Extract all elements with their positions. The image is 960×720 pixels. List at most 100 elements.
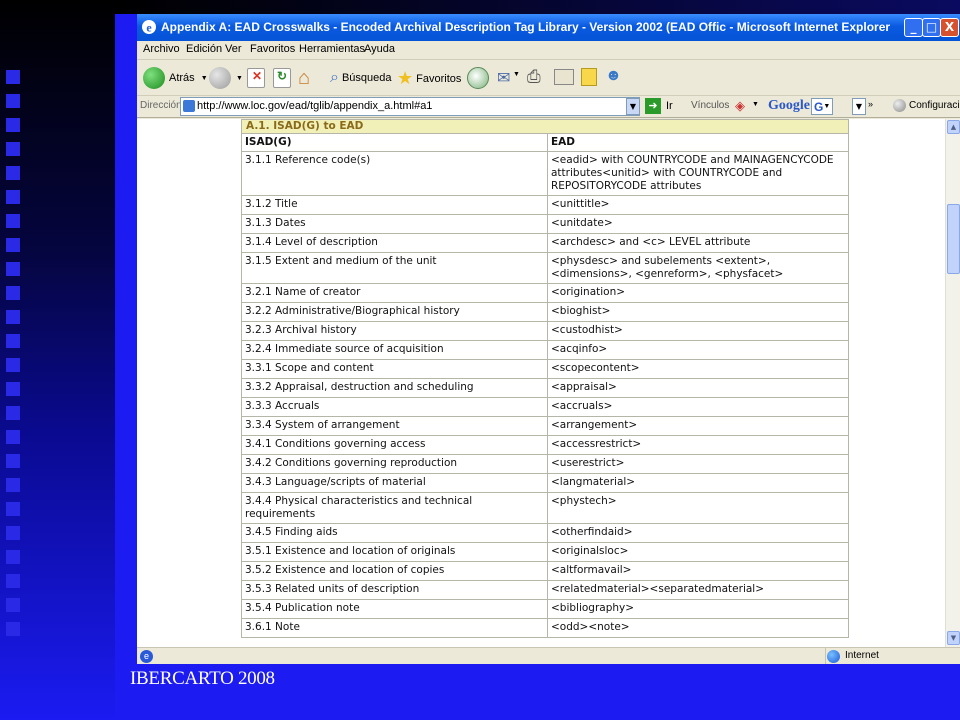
refresh-icon[interactable]: ↻	[273, 68, 291, 88]
go-arrow-icon: ➜	[645, 98, 661, 114]
address-url: http://www.loc.gov/ead/tglib/appendix_a.…	[197, 100, 433, 112]
page-content: A.1. ISAD(G) to EAD ISAD(G) EAD 3.1.1 Re…	[137, 119, 945, 647]
table-row: 3.1.5 Extent and medium of the unit <phys…	[241, 252, 849, 284]
browser-window: e Appendix A: EAD Crosswalks - Encoded A…	[137, 14, 960, 664]
isadg-cell: 3.1.4 Level of description	[241, 233, 548, 253]
google-logo: Google	[768, 98, 810, 113]
table-row: 3.1.3 Dates <unitdate>	[241, 214, 849, 234]
table-row: 3.2.4 Immediate source of acquisition <ac…	[241, 340, 849, 360]
isadg-cell: 3.2.4 Immediate source of acquisition	[241, 340, 548, 360]
window-title: Appendix A: EAD Crosswalks - Encoded Arc…	[161, 20, 891, 34]
crosswalk-table: A.1. ISAD(G) to EAD ISAD(G) EAD 3.1.1 Re…	[241, 119, 849, 638]
table-caption: A.1. ISAD(G) to EAD	[241, 119, 849, 134]
back-button[interactable]: Atrás ▼	[143, 67, 208, 89]
more-chevron-icon[interactable]: »	[868, 99, 873, 109]
isadg-cell: 3.3.3 Accruals	[241, 397, 548, 417]
table-row: 3.5.3 Related units of description <relat…	[241, 580, 849, 600]
address-dropdown-button[interactable]: ▼	[626, 98, 640, 115]
title-bar[interactable]: e Appendix A: EAD Crosswalks - Encoded A…	[137, 14, 960, 41]
google-dropdown-button[interactable]: ▼	[852, 98, 866, 115]
isadg-cell: 3.5.3 Related units of description	[241, 580, 548, 600]
ead-cell: <acqinfo>	[547, 340, 849, 360]
search-label: Búsqueda	[341, 72, 392, 84]
stop-icon[interactable]: ✕	[247, 68, 265, 88]
ead-cell: <bibliography>	[547, 599, 849, 619]
isadg-cell: 3.5.2 Existence and location of copies	[241, 561, 548, 581]
slide-footer: IBERCARTO 2008	[130, 668, 275, 689]
table-row: 3.6.1 Note <odd><note>	[241, 618, 849, 638]
table-row: 3.4.4 Physical characteristics and techn…	[241, 492, 849, 524]
table-row: 3.1.4 Level of description <archdesc> and…	[241, 233, 849, 253]
slide-background-top	[115, 0, 960, 14]
table-row: 3.5.4 Publication note <bibliography>	[241, 599, 849, 619]
menu-ver[interactable]: Ver	[225, 43, 242, 55]
home-icon[interactable]: ⌂	[298, 67, 310, 90]
scroll-up-button[interactable]: ▲	[947, 120, 960, 134]
menu-ayuda[interactable]: Ayuda	[364, 43, 395, 55]
table-row: 3.2.2 Administrative/Biographical histor…	[241, 302, 849, 322]
ead-cell: <custodhist>	[547, 321, 849, 341]
table-caption-row: A.1. ISAD(G) to EAD	[241, 119, 849, 134]
ead-cell: <bioghist>	[547, 302, 849, 322]
isadg-cell: 3.4.3 Language/scripts of material	[241, 473, 548, 493]
forward-arrow-icon	[209, 67, 231, 89]
translate-icon[interactable]: ◈	[735, 98, 745, 114]
isadg-cell: 3.3.2 Appraisal, destruction and schedul…	[241, 378, 548, 398]
messenger-icon[interactable]: ☻	[605, 67, 622, 85]
chevron-down-icon[interactable]: ▼	[513, 71, 520, 78]
isadg-cell: 3.3.4 System of arrangement	[241, 416, 548, 436]
scroll-down-button[interactable]: ▼	[947, 631, 960, 645]
ead-cell: <accruals>	[547, 397, 849, 417]
ead-cell: <accessrestrict>	[547, 435, 849, 455]
vertical-scrollbar[interactable]: ▲ ▼	[945, 119, 960, 647]
table-row: 3.4.3 Language/scripts of material <langm…	[241, 473, 849, 493]
minimize-button[interactable]: _	[904, 18, 923, 37]
isadg-cell: 3.5.1 Existence and location of original…	[241, 542, 548, 562]
isadg-cell: 3.4.4 Physical characteristics and techn…	[241, 492, 548, 524]
links-label[interactable]: Vínculos	[691, 100, 729, 111]
favorites-label: Favoritos	[416, 72, 462, 85]
chevron-down-icon: ▼	[200, 74, 208, 82]
menu-edicion[interactable]: Edición	[186, 43, 222, 55]
ead-cell: <originalsloc>	[547, 542, 849, 562]
messenger-note-icon[interactable]	[581, 68, 597, 86]
forward-button[interactable]: ▼	[209, 67, 243, 89]
chevron-down-icon[interactable]: ▼	[752, 101, 759, 108]
mail-icon[interactable]: ✉	[497, 68, 510, 88]
address-label: Dirección	[140, 100, 182, 111]
menu-favoritos[interactable]: Favoritos	[250, 43, 295, 55]
ead-cell: <appraisal>	[547, 378, 849, 398]
table-row: 3.1.1 Reference code(s) <eadid> with COUN…	[241, 151, 849, 196]
address-input[interactable]: http://www.loc.gov/ead/tglib/appendix_a.…	[180, 97, 640, 116]
config-label: Configuració	[909, 100, 960, 111]
scroll-thumb[interactable]	[947, 204, 960, 274]
menu-herramientas[interactable]: Herramientas	[299, 43, 365, 55]
ead-cell: <unittitle>	[547, 195, 849, 215]
ead-cell: <arrangement>	[547, 416, 849, 436]
svg-text:e: e	[146, 21, 152, 35]
menu-archivo[interactable]: Archivo	[143, 43, 180, 55]
ead-cell: <physdesc> and subelements <extent>, <di…	[547, 252, 849, 284]
ead-cell: <eadid> with COUNTRYCODE and MAINAGENCYC…	[547, 151, 849, 196]
close-button[interactable]: X	[940, 18, 959, 37]
table-row: 3.5.1 Existence and location of original…	[241, 542, 849, 562]
isadg-cell: 3.1.2 Title	[241, 195, 548, 215]
address-bar: Dirección http://www.loc.gov/ead/tglib/a…	[137, 96, 960, 118]
header-isadg: ISAD(G)	[241, 133, 548, 152]
config-button[interactable]: Configuració	[893, 99, 960, 112]
maximize-button[interactable]: □	[922, 18, 941, 37]
print-icon[interactable]: ⎙	[527, 67, 541, 87]
edit-icon[interactable]	[554, 69, 574, 85]
isadg-cell: 3.5.4 Publication note	[241, 599, 548, 619]
ead-cell: <phystech>	[547, 492, 849, 524]
search-button[interactable]: ⌕ Búsqueda	[330, 69, 392, 87]
chevron-down-icon: ▼	[236, 74, 243, 82]
table-row: 3.4.5 Finding aids <otherfindaid>	[241, 523, 849, 543]
gear-icon	[893, 99, 906, 112]
go-button[interactable]: ➜ Ir	[645, 98, 673, 114]
favorites-button[interactable]: ★ Favoritos	[397, 68, 461, 89]
favorites-star-icon: ★	[397, 68, 414, 88]
history-icon[interactable]	[467, 67, 489, 89]
google-search-box[interactable]: G ▼	[811, 98, 833, 115]
table-header-row: ISAD(G) EAD	[241, 133, 849, 152]
